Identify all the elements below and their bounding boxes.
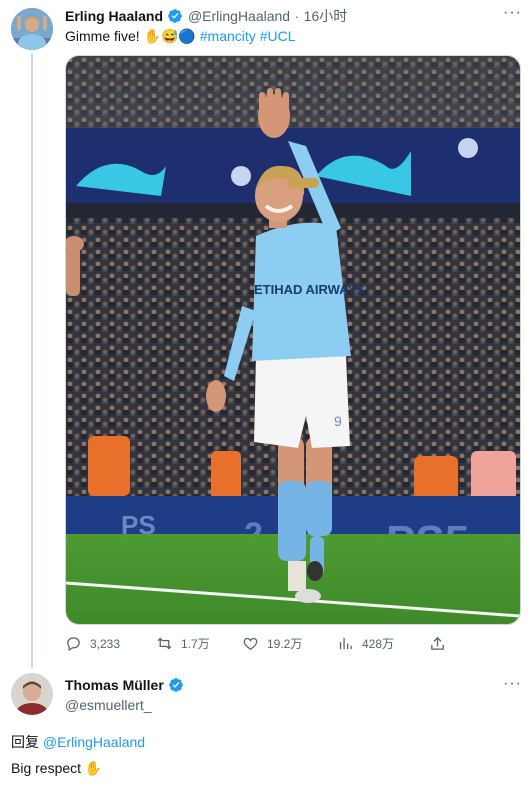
verified-badge-icon (168, 9, 183, 23)
views-count: 428万 (362, 637, 395, 651)
share-icon (431, 636, 444, 650)
reply-text: Big respect ✋ (11, 760, 103, 776)
replying-to-label: 回复 (11, 734, 39, 750)
views-chart-icon (339, 637, 352, 650)
reply-icon (67, 637, 80, 652)
hashtag-mancity[interactable]: #mancity (200, 28, 256, 44)
reply-more-options-icon[interactable]: ··· (503, 675, 522, 693)
author-name[interactable]: Erling Haaland (65, 8, 163, 24)
photo-haaland-celebrating: PS 2 PS5 9 ETIHAD AIRWAYS (66, 56, 520, 624)
reply-author-name[interactable]: Thomas Müller (65, 677, 164, 693)
tweet-photo[interactable]: PS 2 PS5 9 ETIHAD AIRWAYS (65, 55, 521, 625)
tweet-text: Gimme five! ✋😅🔵 #mancity #UCL (65, 27, 295, 45)
retweet-button[interactable]: 1.7万 (156, 635, 210, 652)
shirt-sponsor: ETIHAD AIRWAYS (254, 282, 365, 297)
retweet-icon (157, 637, 172, 650)
share-button[interactable] (429, 635, 446, 652)
reply-button[interactable]: 3,233 (65, 635, 120, 652)
avatar-erling-haaland[interactable] (11, 8, 53, 50)
reply-count: 3,233 (90, 636, 121, 651)
avatar-image (11, 673, 53, 715)
shorts-number: 9 (334, 413, 342, 429)
avatar-image (11, 8, 53, 50)
verified-badge-icon (169, 678, 184, 692)
tweet-header: Erling Haaland @ErlingHaaland · 16小时 (65, 7, 347, 26)
like-count: 19.2万 (267, 637, 303, 651)
avatar-thomas-muller[interactable] (11, 673, 53, 715)
retweet-count: 1.7万 (181, 637, 210, 651)
replying-to-handle[interactable]: @ErlingHaaland (43, 734, 145, 750)
heart-icon (243, 637, 258, 650)
more-options-icon[interactable]: ··· (503, 4, 522, 22)
reply-author-handle[interactable]: @esmuellert_ (65, 697, 152, 713)
like-button[interactable]: 19.2万 (242, 635, 302, 652)
reply-header: Thomas Müller (65, 676, 184, 695)
views-button[interactable]: 428万 (337, 635, 394, 652)
author-handle[interactable]: @ErlingHaaland (188, 8, 290, 24)
replying-to: 回复 @ErlingHaaland (11, 732, 145, 752)
tweet-body: Gimme five! ✋😅🔵 (65, 28, 196, 44)
thread-line (31, 54, 33, 668)
separator: · (294, 8, 300, 24)
hashtag-ucl[interactable]: #UCL (260, 28, 296, 44)
tweet-time[interactable]: 16小时 (304, 8, 348, 24)
